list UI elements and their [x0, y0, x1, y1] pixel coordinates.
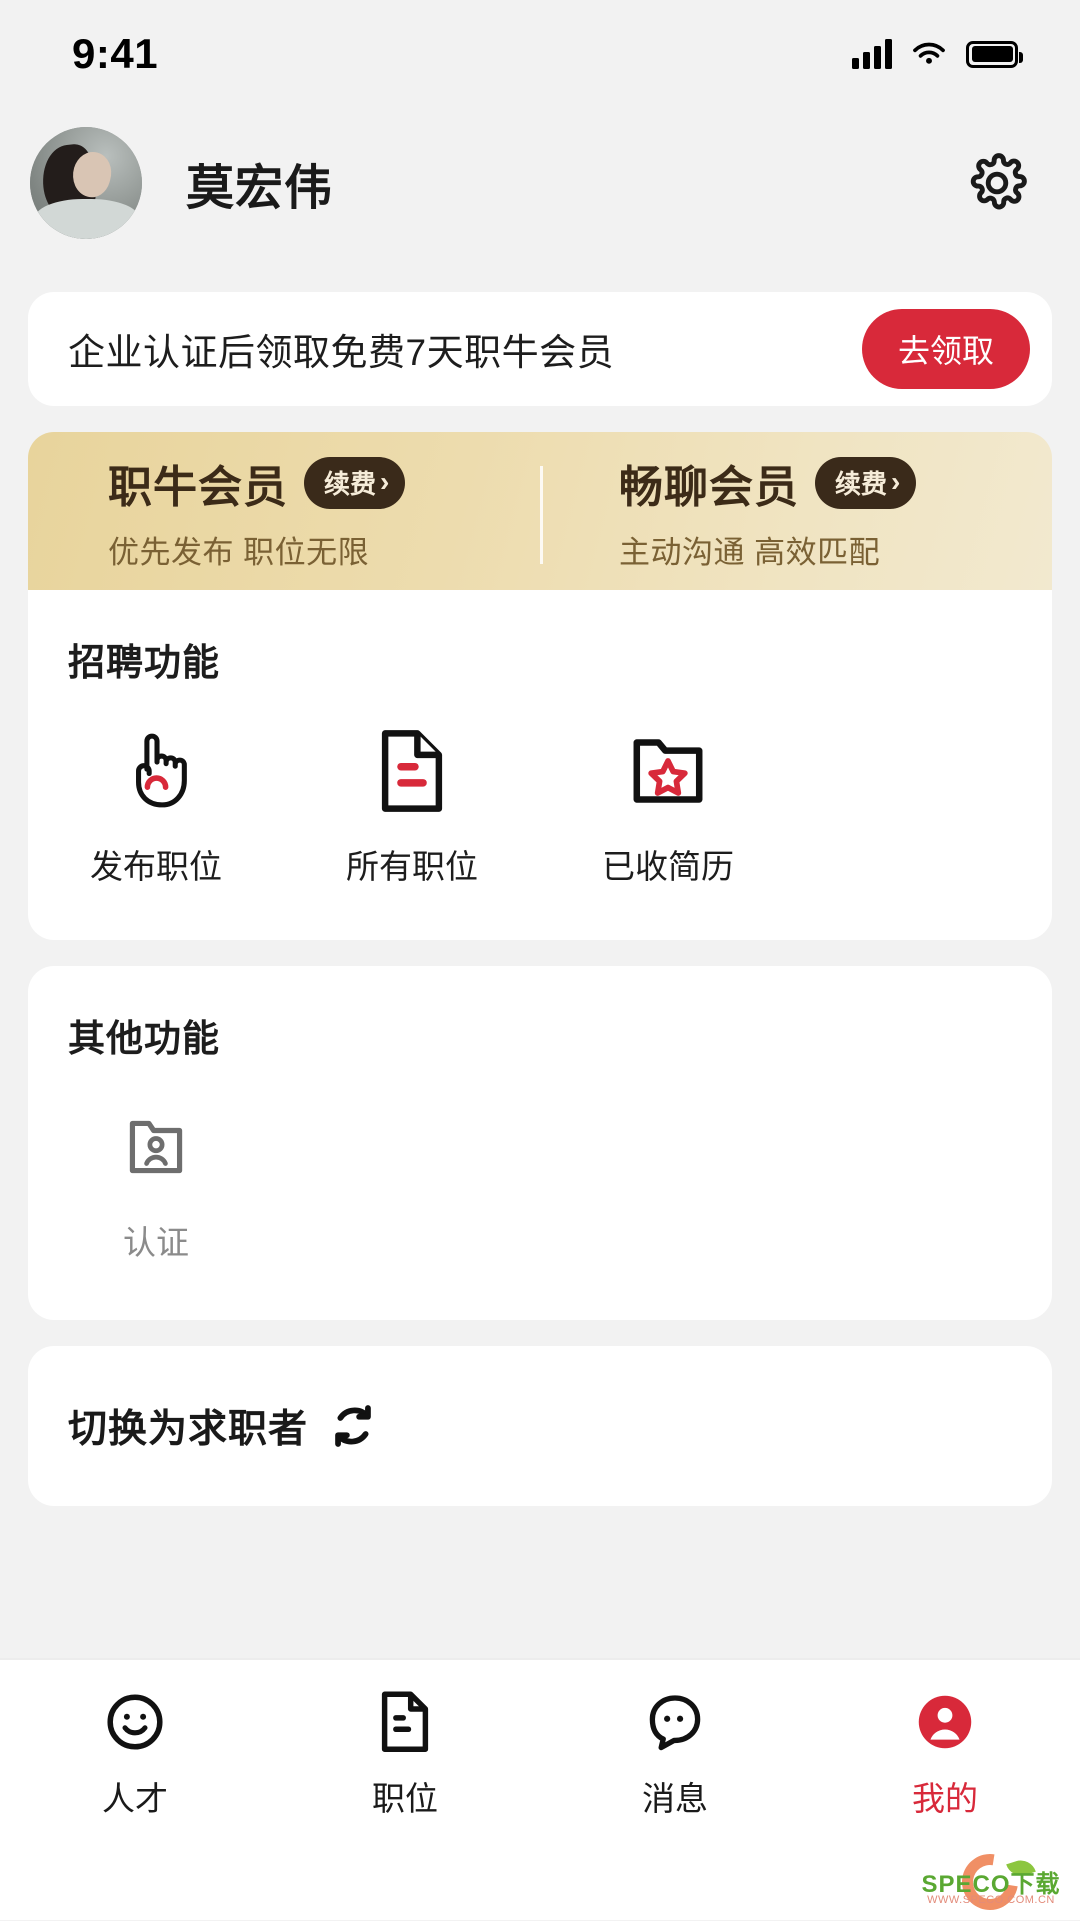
other-section-title: 其他功能: [68, 1018, 220, 1059]
document-lines-icon: [376, 728, 448, 814]
membership-title: 畅聊会员: [619, 462, 799, 512]
chat-bubble-icon: [645, 1688, 705, 1756]
tab-messages[interactable]: 消息: [540, 1688, 810, 1820]
grid-item-empty: [540, 1104, 796, 1264]
battery-full-icon: [966, 40, 1023, 68]
grid-item-label: 发布职位: [90, 848, 222, 885]
status-bar-icons: [852, 39, 1023, 69]
grid-item-received-resumes[interactable]: 已收简历: [540, 728, 796, 888]
membership-subtitle: 优先发布 职位无限: [108, 534, 370, 570]
switch-role-row[interactable]: 切换为求职者: [28, 1346, 1052, 1506]
status-bar-time: 9:41: [72, 30, 159, 77]
grid-item-empty: [796, 728, 1052, 888]
renew-label: 续费: [324, 468, 377, 499]
membership-divider: [540, 466, 543, 564]
renew-badge[interactable]: 续费 ›: [815, 456, 917, 509]
other-functions-card: 其他功能 认证: [28, 966, 1052, 1320]
tab-label: 我的: [912, 1780, 978, 1817]
grid-item-certification[interactable]: 认证: [28, 1104, 284, 1264]
renew-badge[interactable]: 续费 ›: [304, 456, 406, 509]
grid-item-post-job[interactable]: 发布职位: [28, 728, 284, 888]
gear-icon[interactable]: [966, 152, 1028, 214]
tab-jobs[interactable]: 职位: [270, 1688, 540, 1820]
refresh-swap-icon: [335, 1405, 371, 1447]
tab-label: 职位: [372, 1780, 438, 1817]
switch-role-label: 切换为求职者: [68, 1408, 309, 1451]
grid-item-label: 已收简历: [602, 848, 734, 885]
renew-label: 续费: [835, 468, 888, 499]
folder-star-icon: [630, 728, 706, 814]
tab-label: 消息: [642, 1780, 708, 1817]
profile-header: 莫宏伟: [0, 108, 1080, 258]
recruit-section-title: 招聘功能: [68, 642, 220, 683]
grid-item-label: 所有职位: [346, 848, 478, 885]
grid-item-all-jobs[interactable]: 所有职位: [284, 728, 540, 888]
bottom-tab-bar: 人才 职位 消息 我的: [0, 1658, 1080, 1920]
profile-name: 莫宏伟: [186, 162, 334, 215]
cellular-signal-icon: [852, 39, 892, 69]
membership-card-changliao[interactable]: 畅聊会员 续费 › 主动沟通 高效匹配: [541, 451, 1052, 572]
other-grid: 认证: [28, 1104, 1052, 1264]
status-bar: 9:41: [0, 0, 1080, 108]
grid-item-label: 认证: [123, 1224, 189, 1261]
wifi-icon: [913, 42, 945, 64]
promo-banner[interactable]: 企业认证后领取免费7天职牛会员 去领取: [28, 292, 1052, 406]
recruit-functions-card: 招聘功能 发布职位 所有职位 已收简历: [28, 590, 1052, 940]
grid-item-empty: [284, 1104, 540, 1264]
promo-text: 企业认证后领取免费7天职牛会员: [68, 332, 615, 373]
membership-card-zhiniu[interactable]: 职牛会员 续费 › 优先发布 职位无限: [28, 451, 541, 572]
person-circle-icon: [914, 1688, 976, 1756]
chevron-right-icon: ›: [380, 466, 390, 497]
tab-talent[interactable]: 人才: [0, 1688, 270, 1820]
grid-item-empty: [796, 1104, 1052, 1264]
membership-subtitle: 主动沟通 高效匹配: [619, 534, 881, 570]
tab-mine[interactable]: 我的: [810, 1688, 1080, 1820]
avatar[interactable]: [30, 127, 142, 239]
membership-banner: 职牛会员 续费 › 优先发布 职位无限 畅聊会员 续费 › 主动沟通 高效匹配: [28, 432, 1052, 590]
chevron-right-icon: ›: [891, 466, 901, 497]
tab-label: 人才: [102, 1780, 168, 1817]
recruit-grid: 发布职位 所有职位 已收简历: [28, 728, 1052, 888]
smiley-face-icon: [104, 1688, 166, 1756]
membership-title: 职牛会员: [108, 462, 288, 512]
folder-person-icon: [123, 1104, 189, 1190]
hand-tap-icon: [117, 728, 195, 814]
claim-button[interactable]: 去领取: [861, 309, 1030, 389]
document-icon: [378, 1688, 432, 1756]
